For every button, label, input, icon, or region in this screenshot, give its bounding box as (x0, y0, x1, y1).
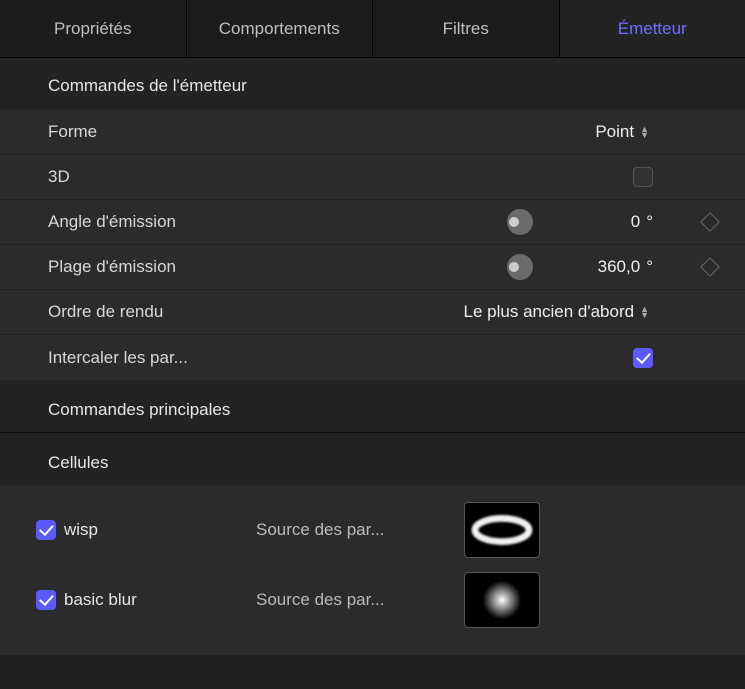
section-header-main: Commandes principales (0, 380, 745, 432)
cell-swatch-wisp[interactable] (464, 502, 540, 558)
unit-degree: ° (646, 257, 653, 277)
label-render-order: Ordre de rendu (48, 302, 268, 322)
label-3d: 3D (48, 167, 268, 187)
value-emission-angle[interactable]: 0 (546, 212, 646, 232)
cells-group: wisp Source des par... (0, 485, 745, 655)
row-shape: Forme Point ▲▼ (0, 110, 745, 155)
row-interleave: Intercaler les par... (0, 335, 745, 380)
inspector-body: Commandes de l'émetteur Forme Point ▲▼ 3… (0, 58, 745, 689)
checkbox-cell-basic-blur[interactable] (36, 590, 56, 610)
render-order-popup[interactable]: Le plus ancien d'abord ▲▼ (464, 302, 653, 322)
row-3d: 3D (0, 155, 745, 200)
tab-behaviors[interactable]: Comportements (187, 0, 374, 57)
row-emission-angle: Angle d'émission 0 ° (0, 200, 745, 245)
wisp-icon (465, 503, 539, 557)
render-order-value: Le plus ancien d'abord (464, 302, 635, 322)
shape-popup[interactable]: Point ▲▼ (595, 122, 653, 142)
checkbox-cell-wisp[interactable] (36, 520, 56, 540)
label-emission-angle: Angle d'émission (48, 212, 268, 232)
cell-source-label: Source des par... (256, 520, 456, 540)
section-title: Commandes principales (48, 400, 230, 419)
label-interleave: Intercaler les par... (48, 348, 268, 368)
value-emission-range[interactable]: 360,0 (546, 257, 646, 277)
tab-emitter[interactable]: Émetteur (560, 0, 745, 57)
dial-emission-range[interactable] (507, 254, 533, 280)
emitter-group: Forme Point ▲▼ 3D (0, 110, 745, 380)
section-title: Cellules (48, 453, 108, 472)
label-emission-range: Plage d'émission (48, 257, 268, 277)
tab-label: Comportements (219, 19, 340, 39)
checkbox-3d[interactable] (633, 167, 653, 187)
tab-label: Propriétés (54, 19, 131, 39)
keyframe-emission-range[interactable] (700, 257, 720, 277)
tab-label: Émetteur (618, 19, 687, 39)
shape-value: Point (595, 122, 634, 142)
section-header-cells: Cellules (0, 433, 745, 485)
label-shape: Forme (48, 122, 268, 142)
tab-filters[interactable]: Filtres (373, 0, 560, 57)
checkbox-interleave[interactable] (633, 348, 653, 368)
section-header-emitter: Commandes de l'émetteur (0, 58, 745, 110)
blur-icon (465, 573, 539, 627)
dial-emission-angle[interactable] (507, 209, 533, 235)
row-emission-range: Plage d'émission 360,0 ° (0, 245, 745, 290)
section-title: Commandes de l'émetteur (48, 76, 247, 95)
cell-name: basic blur (64, 590, 137, 610)
tab-properties[interactable]: Propriétés (0, 0, 187, 57)
inspector-panel: Propriétés Comportements Filtres Émetteu… (0, 0, 745, 689)
cell-row: wisp Source des par... (36, 495, 725, 565)
unit-degree: ° (646, 212, 653, 232)
popup-arrows-icon: ▲▼ (640, 126, 649, 138)
tab-label: Filtres (443, 19, 489, 39)
keyframe-emission-angle[interactable] (700, 212, 720, 232)
cell-source-label: Source des par... (256, 590, 456, 610)
row-render-order: Ordre de rendu Le plus ancien d'abord ▲▼ (0, 290, 745, 335)
cell-swatch-basic-blur[interactable] (464, 572, 540, 628)
cell-name: wisp (64, 520, 98, 540)
cell-row: basic blur Source des par... (36, 565, 725, 635)
tab-bar: Propriétés Comportements Filtres Émetteu… (0, 0, 745, 58)
popup-arrows-icon: ▲▼ (640, 306, 649, 318)
